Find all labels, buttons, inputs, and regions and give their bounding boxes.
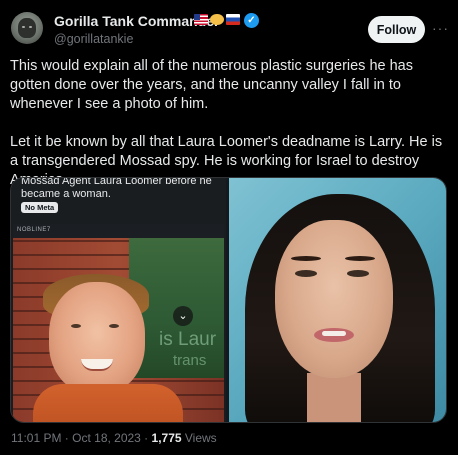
follow-button[interactable]: Follow bbox=[368, 16, 425, 43]
author-flags bbox=[194, 14, 240, 25]
gorilla-avatar-icon bbox=[18, 18, 36, 38]
media-image-right[interactable] bbox=[229, 178, 446, 422]
tweet-card: Gorilla Tank Commander ✓ @gorillatankie … bbox=[0, 0, 458, 455]
verified-badge-icon[interactable]: ✓ bbox=[244, 13, 259, 28]
woman-neck bbox=[307, 373, 361, 422]
tweet-meta: 11:01 PM · Oct 18, 2023 · 1,775 Views bbox=[11, 431, 217, 445]
woman-brow-right bbox=[345, 256, 375, 261]
tweet-text: This would explain all of the numerous p… bbox=[10, 57, 450, 190]
man-eye-right bbox=[109, 324, 119, 328]
photo-corner-text: NOBLINE7 bbox=[17, 227, 51, 233]
photo-top-bar: NOBLINE7 bbox=[13, 224, 224, 238]
man-face bbox=[49, 282, 145, 394]
avatar-eye-right bbox=[29, 26, 32, 28]
tweet-media[interactable]: Mossad Agent Laura Loomer before he beca… bbox=[10, 177, 447, 423]
man-eye-left bbox=[71, 324, 81, 328]
avatar-eye-left bbox=[22, 26, 25, 28]
chevron-down-icon[interactable]: ⌄ bbox=[173, 306, 193, 326]
tweet-timestamp[interactable]: 11:01 PM · Oct 18, 2023 · bbox=[11, 431, 152, 445]
no-meta-badge: No Meta bbox=[21, 202, 59, 213]
woman-eye-left bbox=[295, 270, 317, 277]
us-flag-icon bbox=[194, 14, 208, 25]
author-avatar[interactable] bbox=[11, 12, 43, 44]
man-shirt bbox=[33, 384, 183, 422]
media-image-left[interactable]: Mossad Agent Laura Loomer before he beca… bbox=[11, 178, 226, 422]
author-handle[interactable]: @gorillatankie bbox=[54, 32, 133, 46]
views-count[interactable]: 1,775 bbox=[152, 431, 182, 445]
woman-brow-left bbox=[291, 256, 321, 261]
woman-face bbox=[275, 220, 393, 378]
more-options-icon[interactable]: ··· bbox=[432, 20, 449, 36]
woman-teeth bbox=[322, 331, 346, 336]
russia-flag-icon bbox=[226, 14, 240, 25]
overlay-text-line-1: is Laur bbox=[159, 329, 217, 350]
views-label: Views bbox=[181, 431, 217, 445]
man-photo: NOBLINE7 is Laur trans ⌄ bbox=[13, 224, 224, 422]
image-caption: Mossad Agent Laura Loomer before he beca… bbox=[21, 178, 212, 200]
overlay-text-line-2: trans bbox=[173, 352, 207, 369]
tweet-paragraph-1: This would explain all of the numerous p… bbox=[10, 58, 413, 112]
woman-eye-right bbox=[347, 270, 369, 277]
heart-hands-icon bbox=[210, 14, 224, 25]
